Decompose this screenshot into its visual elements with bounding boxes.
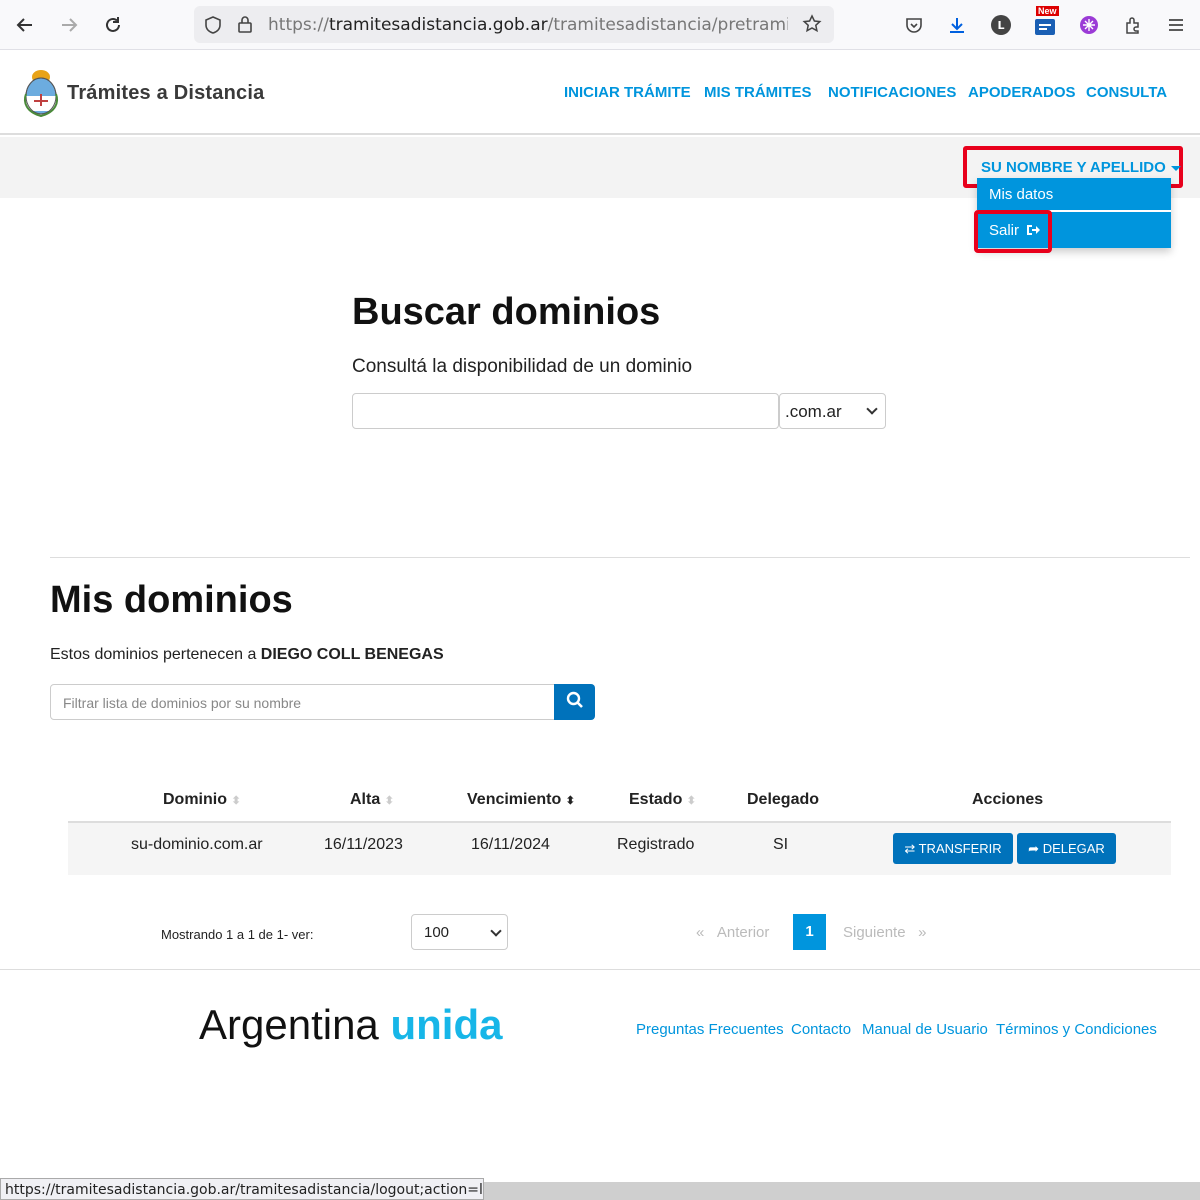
nav-iniciar-tramite[interactable]: INICIAR TRÁMITE	[564, 84, 691, 101]
sort-icon: ⬍	[686, 795, 697, 807]
back-arrow-icon[interactable]	[10, 10, 40, 40]
owner-name: DIEGO COLL BENEGAS	[260, 646, 444, 663]
nav-apoderados[interactable]: APODERADOS	[968, 84, 1076, 101]
footer-link-contacto[interactable]: Contacto	[791, 1021, 851, 1038]
shield-icon[interactable]	[203, 15, 223, 40]
svg-text:L: L	[997, 19, 1004, 32]
coat-of-arms-logo[interactable]	[22, 64, 60, 120]
tld-selected-value: .com.ar	[785, 402, 842, 421]
status-bar-url: https://tramitesadistancia.gob.ar/tramit…	[0, 1178, 484, 1200]
page-size-value: 100	[424, 924, 450, 941]
footer-link-terminos[interactable]: Términos y Condiciones	[996, 1021, 1157, 1038]
search-icon	[566, 691, 584, 714]
filter-input[interactable]: Filtrar lista de dominios por su nombre	[50, 684, 555, 720]
user-menu-label[interactable]: SU NOMBRE Y APELLIDO	[981, 159, 1181, 176]
owner-line: Estos dominios pertenecen a DIEGO COLL B…	[50, 646, 444, 664]
url-text[interactable]: https://tramitesadistancia.gob.ar/tramit…	[268, 15, 788, 35]
footer-link-manual[interactable]: Manual de Usuario	[862, 1021, 988, 1038]
footer-divider	[0, 969, 1200, 970]
caret-down-icon	[1170, 165, 1181, 171]
next-page-link[interactable]: Siguiente »	[843, 924, 926, 941]
current-page[interactable]: 1	[793, 914, 826, 950]
argentina-unida-logo: Argentina unida	[199, 1001, 503, 1048]
reload-icon[interactable]	[98, 10, 128, 40]
chevron-down-icon	[490, 925, 502, 937]
prev-glyph: «	[696, 924, 705, 941]
col-alta[interactable]: Alta ⬍	[350, 791, 394, 809]
cell-alta: 16/11/2023	[324, 836, 403, 853]
col-vencimiento[interactable]: Vencimiento ⬍	[467, 791, 575, 809]
delegate-button[interactable]: ➦ DELEGAR	[1017, 833, 1116, 864]
col-delegado: Delegado	[747, 791, 820, 808]
transfer-icon: ⇄	[904, 841, 916, 856]
showing-text: Mostrando 1 a 1 de 1- ver:	[161, 927, 314, 942]
owner-prefix: Estos dominios pertenecen a	[50, 646, 257, 663]
forward-arrow-icon[interactable]	[54, 10, 84, 40]
col-dominio[interactable]: Dominio ⬍	[163, 791, 241, 809]
prev-page-link[interactable]: « Anterior	[696, 924, 769, 941]
col-acciones: Acciones	[972, 791, 1044, 808]
page-size-select[interactable]: 100	[411, 914, 508, 950]
sort-icon: ⬍	[384, 795, 394, 807]
search-subheading: Consultá la disponibilidad de un dominio	[352, 356, 693, 377]
pocket-icon[interactable]	[901, 12, 927, 38]
filter-search-button[interactable]	[554, 684, 595, 720]
footer-link-faq[interactable]: Preguntas Frecuentes	[636, 1021, 784, 1038]
cell-dominio: su-dominio.com.ar	[131, 836, 263, 853]
cell-vencimiento: 16/11/2024	[471, 836, 550, 853]
new-badge: New	[1036, 6, 1059, 16]
download-icon[interactable]	[944, 12, 970, 38]
col-estado[interactable]: Estado ⬍	[629, 791, 696, 809]
sort-asc-icon: ⬍	[565, 795, 575, 807]
tld-select[interactable]: .com.ar	[779, 393, 886, 429]
extensions-menu-icon[interactable]	[1120, 12, 1146, 38]
menu-item-mis-datos[interactable]: Mis datos	[977, 178, 1171, 212]
cell-estado: Registrado	[617, 836, 695, 853]
salir-highlight	[974, 210, 1052, 253]
nav-notificaciones[interactable]: NOTIFICACIONES	[828, 84, 956, 101]
section-divider	[50, 557, 1190, 558]
site-title[interactable]: Trámites a Distancia	[67, 82, 264, 105]
cell-delegado: SI	[773, 836, 789, 853]
domain-search-input[interactable]	[352, 393, 779, 429]
lock-icon[interactable]	[236, 14, 254, 39]
search-heading: Buscar dominios	[352, 291, 661, 333]
share-icon: ➦	[1028, 841, 1040, 856]
puzzle-icon[interactable]	[1076, 12, 1102, 38]
nav-mis-tramites[interactable]: MIS TRÁMITES	[704, 84, 812, 101]
chevron-down-icon	[866, 403, 878, 415]
my-domains-heading: Mis dominios	[50, 579, 293, 621]
horizontal-scrollbar[interactable]	[484, 1182, 1200, 1200]
nav-consulta[interactable]: CONSULTA	[1086, 84, 1167, 101]
next-glyph: »	[918, 924, 927, 941]
transfer-button[interactable]: ⇄ TRANSFERIR	[893, 833, 1013, 864]
account-icon[interactable]: L	[988, 12, 1014, 38]
extension-icon[interactable]: New	[1032, 6, 1059, 38]
url-bar[interactable]: https://tramitesadistancia.gob.ar/tramit…	[194, 6, 834, 43]
browser-toolbar: https://tramitesadistancia.gob.ar/tramit…	[0, 0, 1200, 50]
site-header: Trámites a Distancia INICIAR TRÁMITE MIS…	[0, 50, 1200, 135]
menu-icon[interactable]	[1163, 12, 1189, 38]
star-icon[interactable]	[802, 14, 822, 39]
sort-icon: ⬍	[231, 795, 241, 807]
